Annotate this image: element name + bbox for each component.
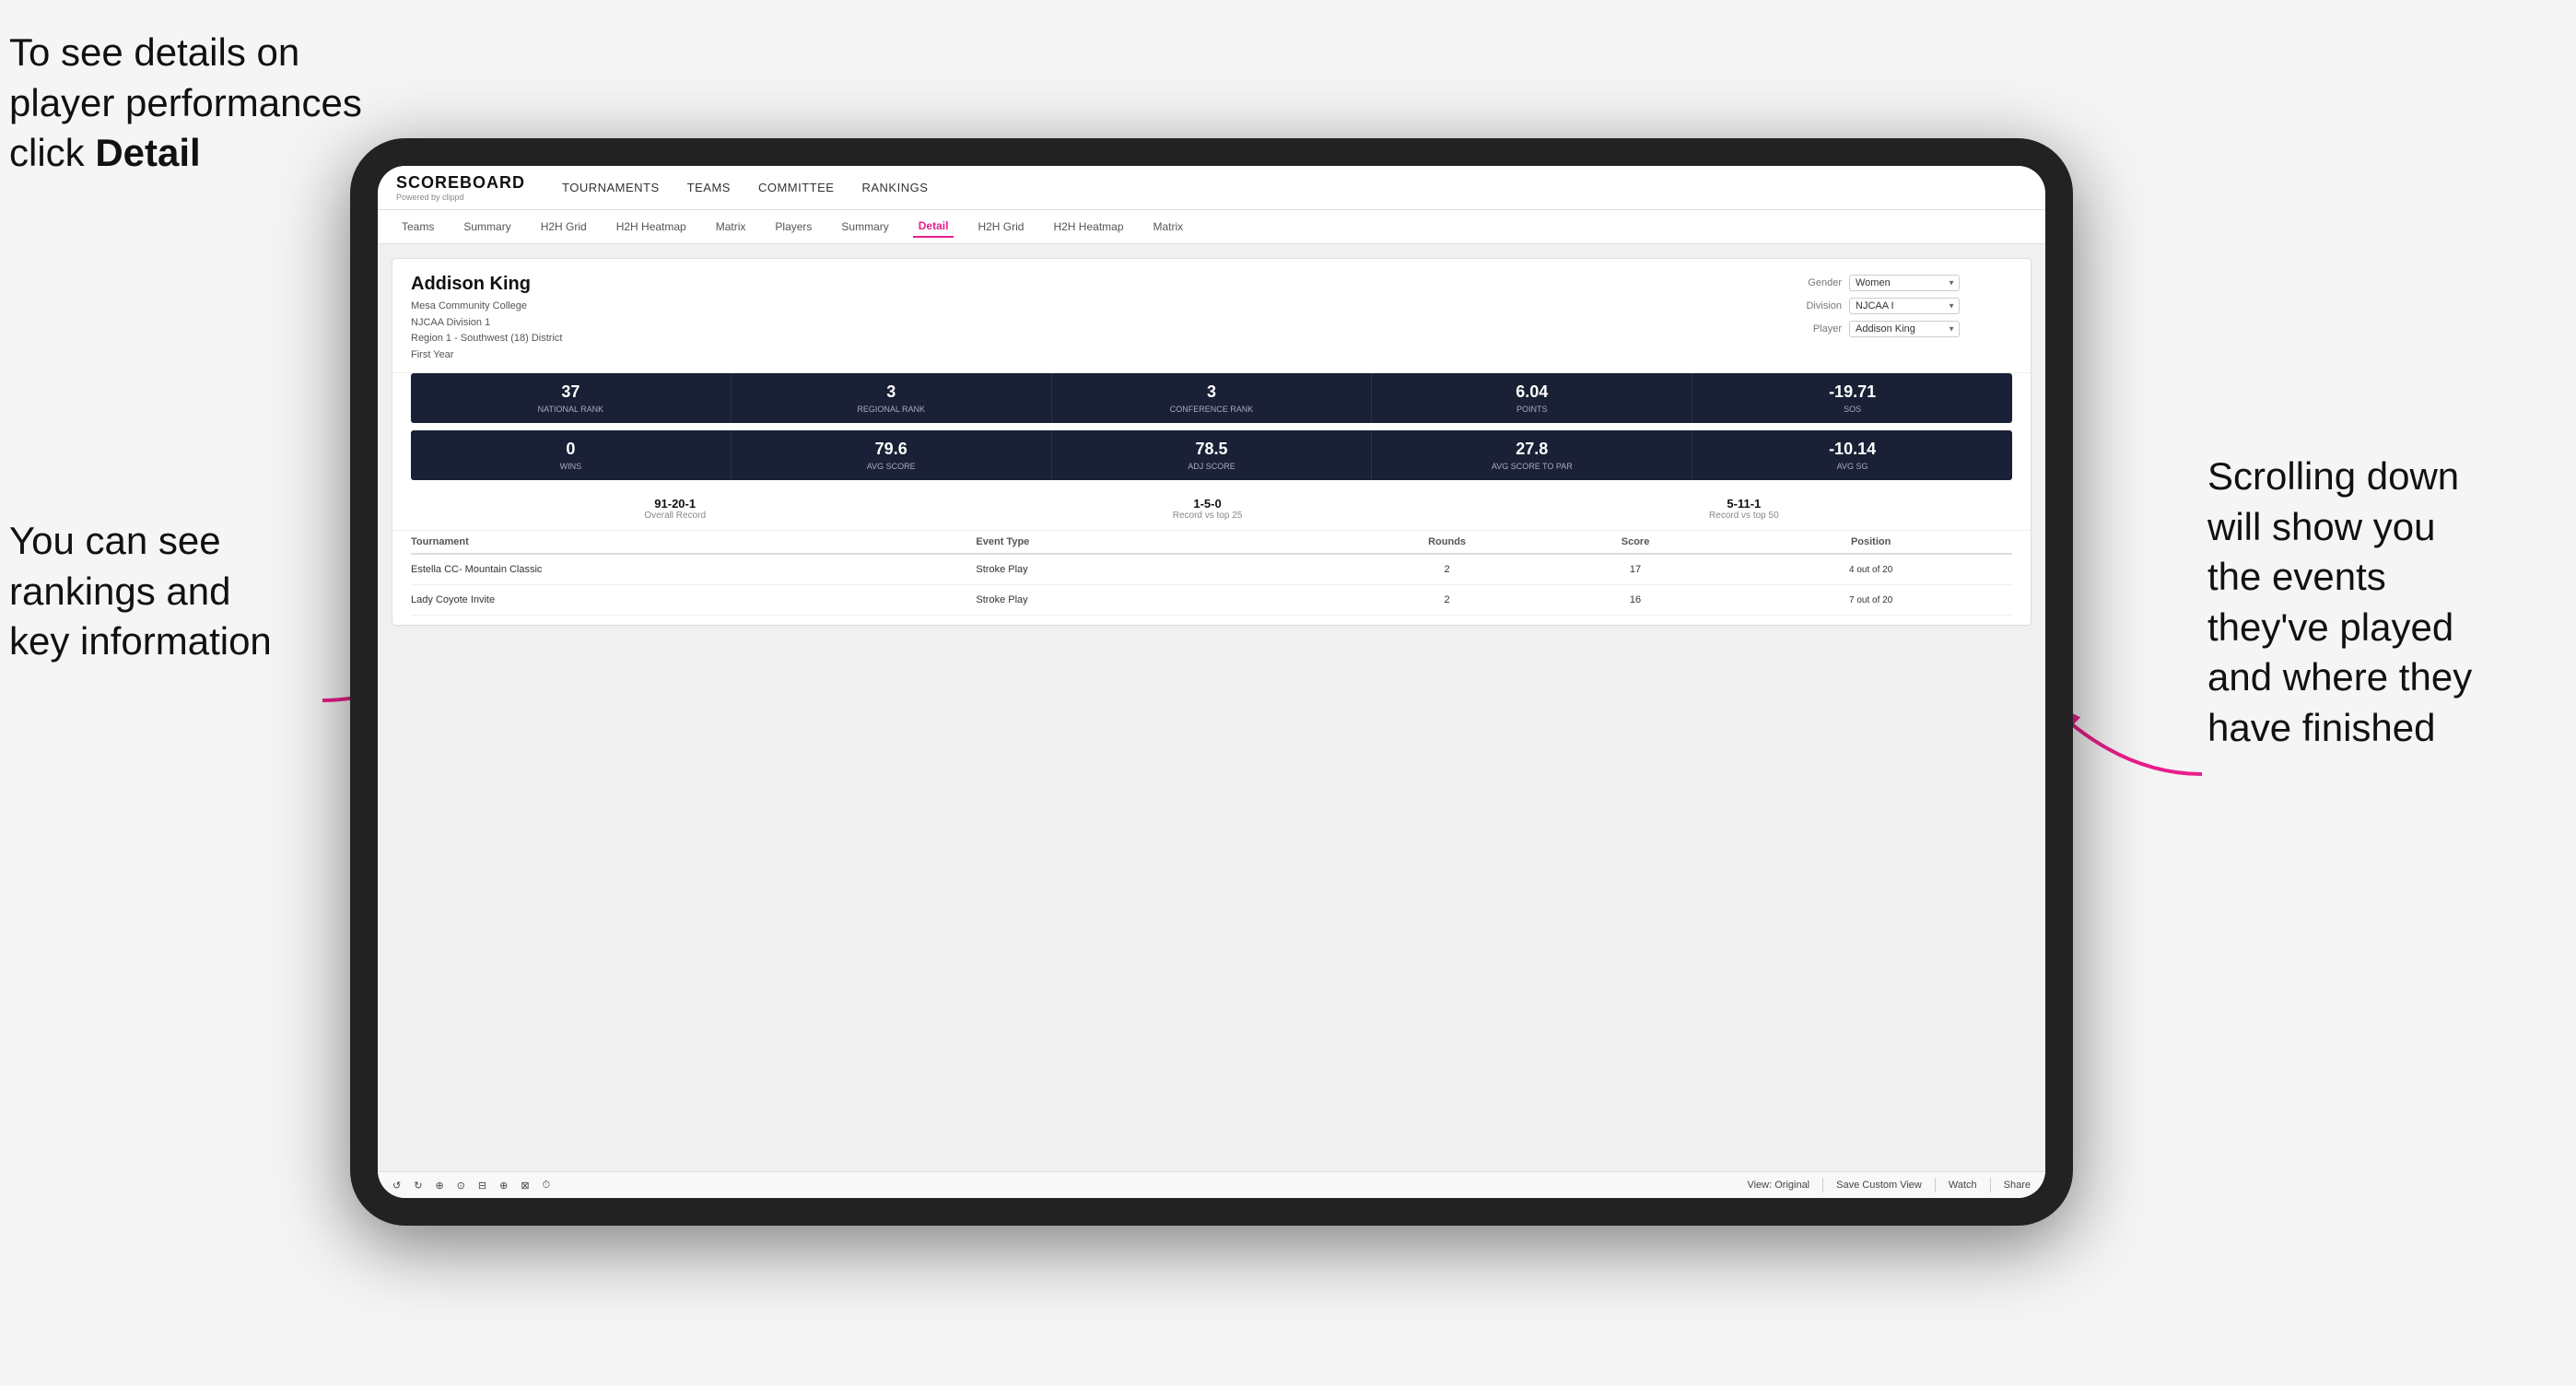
sub-nav-matrix2[interactable]: Matrix xyxy=(1148,217,1189,237)
gender-label: Gender xyxy=(1791,277,1842,288)
player-header: Addison King Mesa Community College NJCA… xyxy=(392,259,2031,373)
table-header: Tournament Event Type Rounds Score Posit… xyxy=(411,531,2012,555)
toolbar-zoom-fit[interactable]: ⊙ xyxy=(457,1180,465,1192)
stats-row-1: 37 National Rank 3 Regional Rank 3 Confe… xyxy=(411,373,2012,423)
gender-field-row: Gender Women Men xyxy=(1791,274,2012,291)
division-label: Division xyxy=(1791,300,1842,311)
toolbar-undo[interactable]: ↺ xyxy=(392,1180,401,1192)
row1-score: 17 xyxy=(1541,564,1729,575)
stats-row-2: 0 Wins 79.6 Avg Score 78.5 Adj Score 27.… xyxy=(411,430,2012,480)
player-select-wrapper[interactable]: Addison King xyxy=(1849,320,1960,337)
sub-nav-teams[interactable]: Teams xyxy=(396,217,439,237)
toolbar-share[interactable]: Share xyxy=(2004,1180,2031,1191)
record-top50: 5-11-1 Record vs top 50 xyxy=(1709,497,1779,521)
toolbar-sep2 xyxy=(1935,1178,1936,1192)
toolbar-zoom-out[interactable]: ⊟ xyxy=(478,1180,486,1192)
annotation-bottom-right: Scrolling down will show you the events … xyxy=(2207,452,2558,754)
tournament-table: Tournament Event Type Rounds Score Posit… xyxy=(392,531,2031,625)
col-header-tournament: Tournament xyxy=(411,536,976,547)
tablet-screen: SCOREBOARD Powered by clippd TOURNAMENTS… xyxy=(378,166,2045,1198)
row2-position: 7 out of 20 xyxy=(1729,595,2012,605)
col-header-position: Position xyxy=(1729,536,2012,547)
table-row: Lady Coyote Invite Stroke Play 2 16 7 ou… xyxy=(411,585,2012,616)
stat-avg-sg: -10.14 Avg SG xyxy=(1692,430,2012,480)
row2-score: 16 xyxy=(1541,594,1729,605)
division-select[interactable]: NJCAA I NJCAA II xyxy=(1849,298,1960,314)
player-field-row: Player Addison King xyxy=(1791,320,2012,337)
main-content: Addison King Mesa Community College NJCA… xyxy=(378,244,2045,1171)
player-select[interactable]: Addison King xyxy=(1849,321,1960,337)
sub-nav-players[interactable]: Players xyxy=(769,217,817,237)
toolbar-grid[interactable]: ⊠ xyxy=(521,1180,529,1192)
annotation-top-left: To see details on player performances cl… xyxy=(9,28,396,179)
player-meta: Mesa Community College NJCAA Division 1 … xyxy=(411,299,562,363)
row1-rounds: 2 xyxy=(1352,564,1540,575)
col-header-rounds: Rounds xyxy=(1352,536,1540,547)
row2-event-type: Stroke Play xyxy=(976,594,1352,605)
sub-nav-h2h-heatmap2[interactable]: H2H Heatmap xyxy=(1048,217,1129,237)
toolbar-save-custom[interactable]: Save Custom View xyxy=(1836,1180,1922,1191)
records-row: 91-20-1 Overall Record 1-5-0 Record vs t… xyxy=(392,491,2031,531)
row1-position: 4 out of 20 xyxy=(1729,565,2012,575)
row2-tournament: Lady Coyote Invite xyxy=(411,594,976,605)
nav-rankings[interactable]: RANKINGS xyxy=(861,177,928,198)
toolbar-redo[interactable]: ↻ xyxy=(414,1180,422,1192)
tablet-frame: SCOREBOARD Powered by clippd TOURNAMENTS… xyxy=(350,138,2073,1226)
sub-nav-detail[interactable]: Detail xyxy=(913,216,954,238)
toolbar-sep1 xyxy=(1822,1178,1823,1192)
record-overall: 91-20-1 Overall Record xyxy=(644,497,706,521)
stat-adj-score: 78.5 Adj Score xyxy=(1052,430,1373,480)
stat-points: 6.04 Points xyxy=(1372,373,1692,423)
toolbar-clock[interactable]: ⏱ xyxy=(543,1180,551,1192)
toolbar-watch[interactable]: Watch xyxy=(1949,1180,1977,1191)
player-info-left: Addison King Mesa Community College NJCA… xyxy=(411,274,562,363)
table-row: Estella CC- Mountain Classic Stroke Play… xyxy=(411,555,2012,585)
player-label: Player xyxy=(1791,323,1842,335)
scoreboard-logo: SCOREBOARD Powered by clippd xyxy=(396,173,525,202)
sub-nav-h2h-grid[interactable]: H2H Grid xyxy=(535,217,592,237)
stat-national-rank: 37 National Rank xyxy=(411,373,732,423)
sub-nav-h2h-heatmap[interactable]: H2H Heatmap xyxy=(611,217,692,237)
bottom-toolbar: ↺ ↻ ⊕ ⊙ ⊟ ⊕ ⊠ ⏱ View: Original Save Cust… xyxy=(378,1171,2045,1198)
toolbar-sep3 xyxy=(1990,1178,1991,1192)
annotation-bottom-left: You can see rankings and key information xyxy=(9,516,359,667)
sub-nav-matrix[interactable]: Matrix xyxy=(710,217,752,237)
sub-nav-h2h-grid2[interactable]: H2H Grid xyxy=(972,217,1029,237)
nav-committee[interactable]: COMMITTEE xyxy=(758,177,835,198)
player-panel: Addison King Mesa Community College NJCA… xyxy=(392,258,2032,626)
nav-teams[interactable]: TEAMS xyxy=(687,177,731,198)
sub-nav: Teams Summary H2H Grid H2H Heatmap Matri… xyxy=(378,210,2045,244)
gender-select-wrapper[interactable]: Women Men xyxy=(1849,274,1960,291)
row2-rounds: 2 xyxy=(1352,594,1540,605)
toolbar-add[interactable]: ⊕ xyxy=(499,1180,508,1192)
record-top25: 1-5-0 Record vs top 25 xyxy=(1173,497,1243,521)
sub-nav-summary2[interactable]: Summary xyxy=(836,217,894,237)
gender-select[interactable]: Women Men xyxy=(1849,275,1960,291)
stat-wins: 0 Wins xyxy=(411,430,732,480)
row1-event-type: Stroke Play xyxy=(976,564,1352,575)
stat-avg-score-to-par: 27.8 Avg Score to Par xyxy=(1372,430,1692,480)
division-field-row: Division NJCAA I NJCAA II xyxy=(1791,297,2012,314)
logo-title: SCOREBOARD xyxy=(396,173,525,193)
toolbar-view-original[interactable]: View: Original xyxy=(1747,1180,1809,1191)
toolbar-zoom-in[interactable]: ⊕ xyxy=(435,1180,443,1192)
division-select-wrapper[interactable]: NJCAA I NJCAA II xyxy=(1849,297,1960,314)
stat-regional-rank: 3 Regional Rank xyxy=(732,373,1052,423)
row1-tournament: Estella CC- Mountain Classic xyxy=(411,564,976,575)
stat-conference-rank: 3 Conference Rank xyxy=(1052,373,1373,423)
nav-bar: SCOREBOARD Powered by clippd TOURNAMENTS… xyxy=(378,166,2045,210)
sub-nav-summary[interactable]: Summary xyxy=(458,217,516,237)
col-header-event-type: Event Type xyxy=(976,536,1352,547)
nav-tournaments[interactable]: TOURNAMENTS xyxy=(562,177,660,198)
player-info-right: Gender Women Men Division xyxy=(1791,274,2012,363)
col-header-score: Score xyxy=(1541,536,1729,547)
stat-avg-score: 79.6 Avg Score xyxy=(732,430,1052,480)
logo-subtitle: Powered by clippd xyxy=(396,193,525,202)
stat-sos: -19.71 SoS xyxy=(1692,373,2012,423)
player-name: Addison King xyxy=(411,274,562,295)
